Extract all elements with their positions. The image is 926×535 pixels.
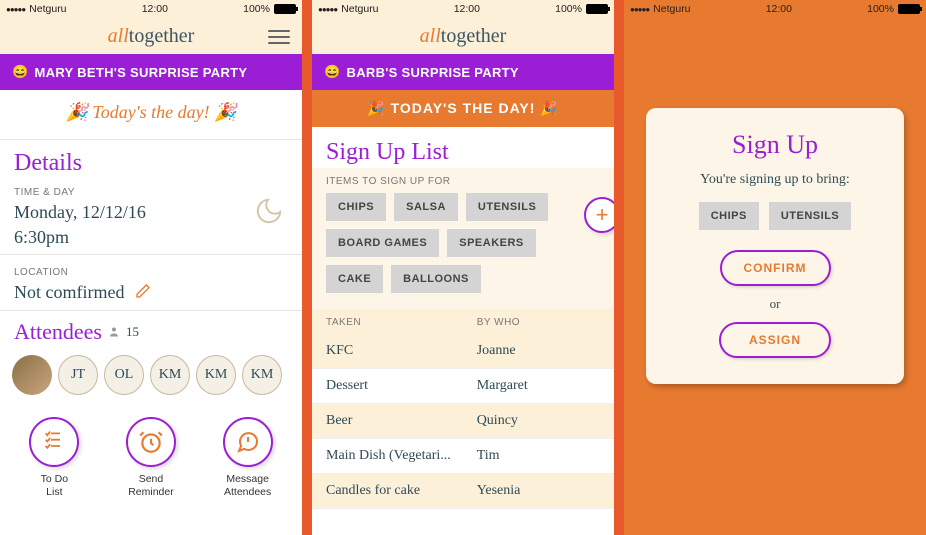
banner-emoji-icon: 😄 (12, 64, 29, 80)
today-callout: 🎉 Today's the day! 🎉 (0, 90, 302, 135)
details-heading: Details (0, 144, 302, 179)
selected-chip[interactable]: CHIPS (699, 202, 759, 230)
signup-chip[interactable]: CHIPS (326, 193, 386, 221)
taken-table-header: TAKEN BY WHO (312, 309, 614, 334)
status-bar: Netguru 12:00 100% (0, 0, 302, 18)
battery-percent: 100% (555, 3, 582, 15)
alarm-clock-icon (126, 417, 176, 467)
event-banner: 😄 BARB'S SURPRISE PARTY (312, 54, 614, 90)
list-check-icon (29, 417, 79, 467)
app-header: alltogether (0, 18, 302, 54)
status-bar: Netguru 12:00 100% (312, 0, 614, 18)
banner-title: BARB'S SURPRISE PARTY (347, 65, 519, 80)
avatar[interactable]: KM (196, 355, 236, 395)
battery-icon (898, 4, 920, 14)
selected-chip[interactable]: UTENSILS (769, 202, 851, 230)
app-logo: alltogether (420, 25, 507, 48)
signup-chip[interactable]: UTENSILS (466, 193, 548, 221)
signal-dots-icon (630, 3, 649, 15)
signal-dots-icon (318, 3, 337, 15)
screen-event-details: Netguru 12:00 100% alltogether 😄 MARY BE… (0, 0, 302, 535)
banner-emoji-icon: 😄 (324, 64, 341, 80)
avatar[interactable]: OL (104, 355, 144, 395)
signup-chip[interactable]: SPEAKERS (447, 229, 536, 257)
attendees-count: 15 (126, 324, 139, 340)
event-time: 6:30pm (0, 225, 302, 250)
carrier-label: Netguru (341, 3, 378, 15)
battery-icon (586, 4, 608, 14)
confirm-button[interactable]: CONFIRM (720, 250, 831, 286)
or-divider: or (770, 296, 781, 312)
signup-modal: Sign Up You're signing up to bring: CHIP… (646, 108, 904, 384)
app-header: alltogether (312, 18, 614, 54)
table-row[interactable]: KFC Joanne (312, 334, 614, 369)
todo-list-button[interactable]: To DoList (14, 417, 94, 498)
battery-icon (274, 4, 296, 14)
items-label: ITEMS TO SIGN UP FOR (312, 168, 614, 189)
screen-signup-modal: Netguru 12:00 100% Sign Up You're signin… (624, 0, 926, 535)
hamburger-menu-icon[interactable] (268, 26, 290, 48)
today-callout: 🎉 TODAY'S THE DAY! 🎉 (312, 90, 614, 127)
signup-list-heading: Sign Up List (312, 127, 614, 168)
attendees-heading: Attendees (14, 319, 102, 345)
carrier-label: Netguru (29, 3, 66, 15)
table-row[interactable]: Candles for cake Yesenia (312, 474, 614, 509)
signup-chip[interactable]: CAKE (326, 265, 383, 293)
battery-percent: 100% (243, 3, 270, 15)
status-bar: Netguru 12:00 100% (624, 0, 926, 18)
signup-chip[interactable]: SALSA (394, 193, 458, 221)
selected-chips: CHIPS UTENSILS (699, 202, 852, 230)
person-icon (108, 326, 120, 338)
add-item-button[interactable]: + (584, 197, 614, 233)
signal-dots-icon (6, 3, 25, 15)
modal-title: Sign Up (732, 130, 818, 160)
avatar[interactable]: KM (150, 355, 190, 395)
screen-signup-list: Netguru 12:00 100% alltogether 😄 BARB'S … (312, 0, 614, 535)
avatar[interactable] (12, 355, 52, 395)
taken-table: KFC Joanne Dessert Margaret Beer Quincy … (312, 334, 614, 509)
table-row[interactable]: Dessert Margaret (312, 369, 614, 404)
location-value[interactable]: Not comfirmed (0, 280, 302, 306)
clock-label: 12:00 (454, 3, 480, 15)
avatar[interactable]: JT (58, 355, 98, 395)
col-bywho: BY WHO (477, 317, 600, 328)
carrier-label: Netguru (653, 3, 690, 15)
avatar[interactable]: KM (242, 355, 282, 395)
moon-icon (254, 196, 284, 226)
banner-title: MARY BETH'S SURPRISE PARTY (35, 65, 248, 80)
clock-label: 12:00 (766, 3, 792, 15)
edit-pencil-icon[interactable] (135, 283, 151, 304)
assign-button[interactable]: ASSIGN (719, 322, 831, 358)
avatar-list[interactable]: JT OL KM KM KM (0, 351, 302, 399)
message-alert-icon (223, 417, 273, 467)
signup-chip[interactable]: BALLOONS (391, 265, 481, 293)
col-taken: TAKEN (326, 317, 477, 328)
table-row[interactable]: Main Dish (Vegetari... Tim (312, 439, 614, 474)
app-logo: alltogether (108, 25, 195, 48)
clock-label: 12:00 (142, 3, 168, 15)
table-row[interactable]: Beer Quincy (312, 404, 614, 439)
send-reminder-button[interactable]: SendReminder (111, 417, 191, 498)
location-label: LOCATION (0, 259, 302, 280)
message-attendees-button[interactable]: MessageAttendees (208, 417, 288, 498)
modal-subtitle: You're signing up to bring: (700, 172, 850, 188)
signup-chips: CHIPS SALSA UTENSILS BOARD GAMES SPEAKER… (312, 189, 614, 303)
event-banner: 😄 MARY BETH'S SURPRISE PARTY (0, 54, 302, 90)
signup-chip[interactable]: BOARD GAMES (326, 229, 439, 257)
battery-percent: 100% (867, 3, 894, 15)
